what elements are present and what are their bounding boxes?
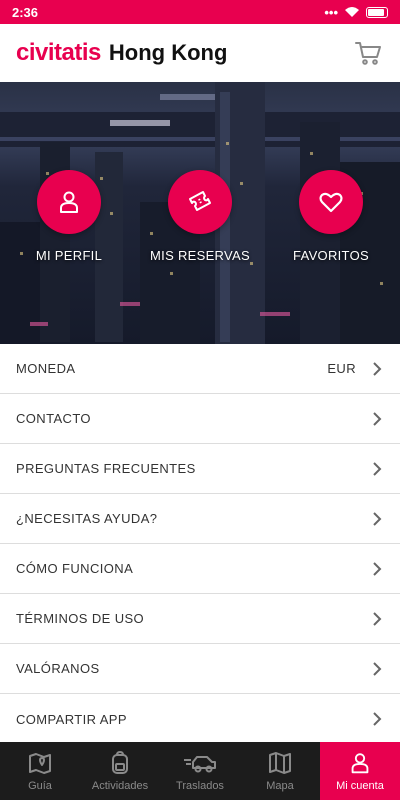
menu-item-label: CÓMO FUNCIONA [16, 561, 134, 576]
menu-item-rate[interactable]: VALÓRANOS [0, 644, 400, 694]
menu-item-label: VALÓRANOS [16, 661, 100, 676]
status-bar: 2:36 ••• [0, 0, 400, 24]
cart-button[interactable] [352, 37, 384, 69]
menu-item-terms[interactable]: TÉRMINOS DE USO [0, 594, 400, 644]
page-title: Hong Kong [108, 40, 228, 65]
menu-item-label: CONTACTO [16, 411, 91, 426]
favorites-label: FAVORITOS [293, 248, 369, 263]
menu-item-label: PREGUNTAS FRECUENTES [16, 461, 196, 476]
menu-item-contact[interactable]: CONTACTO [0, 394, 400, 444]
bottom-nav: Guía Actividades Traslados Mapa Mi cuent… [0, 742, 400, 800]
profile-label: MI PERFIL [35, 248, 103, 263]
nav-label: Actividades [91, 780, 149, 792]
brand-logo: civitatis [16, 39, 101, 66]
cart-icon [355, 42, 381, 65]
backpack-icon [112, 751, 128, 774]
chevron-right-icon [370, 409, 384, 429]
reservations-circle [168, 170, 232, 234]
menu-item-share[interactable]: COMPARTIR APP [0, 694, 400, 744]
status-time: 2:36 [12, 4, 39, 20]
favorites-circle [299, 170, 363, 234]
favorites-button[interactable]: FAVORITOS [271, 170, 391, 263]
nav-label: Mi cuenta [336, 780, 384, 792]
nav-label: Mapa [266, 780, 294, 792]
app-header: civitatis Hong Kong [0, 24, 400, 82]
reservations-button[interactable]: MIS RESERVAS [140, 170, 260, 263]
chevron-right-icon [370, 559, 384, 579]
person-icon [351, 753, 369, 774]
account-menu: MONEDA EUR CONTACTO PREGUNTAS FRECUENTES… [0, 344, 400, 744]
menu-item-currency[interactable]: MONEDA EUR [0, 344, 400, 394]
nav-item-mi-cuenta[interactable]: Mi cuenta [320, 742, 400, 800]
chevron-right-icon [370, 659, 384, 679]
hero-banner: MI PERFIL MIS RESERVAS FAVORITOS [0, 82, 400, 344]
profile-circle [37, 170, 101, 234]
nav-item-actividades[interactable]: Actividades [80, 742, 160, 800]
currency-value: EUR [327, 361, 356, 376]
battery-icon [366, 6, 388, 18]
status-icons: ••• [324, 5, 388, 20]
chevron-right-icon [370, 709, 384, 729]
menu-item-label: TÉRMINOS DE USO [16, 611, 145, 626]
nav-label: Traslados [176, 780, 224, 792]
nav-item-mapa[interactable]: Mapa [240, 742, 320, 800]
nav-item-traslados[interactable]: Traslados [160, 742, 240, 800]
heart-icon [319, 192, 343, 213]
menu-item-faq[interactable]: PREGUNTAS FRECUENTES [0, 444, 400, 494]
chevron-right-icon [370, 509, 384, 529]
menu-item-help[interactable]: ¿NECESITAS AYUDA? [0, 494, 400, 544]
ticket-icon [189, 191, 211, 211]
map-icon [269, 752, 291, 774]
nav-item-guia[interactable]: Guía [0, 742, 80, 800]
nav-label: Guía [28, 780, 52, 792]
dots-icon: ••• [324, 4, 338, 20]
chevron-right-icon [370, 359, 384, 379]
chevron-right-icon [370, 459, 384, 479]
menu-item-how-it-works[interactable]: CÓMO FUNCIONA [0, 544, 400, 594]
menu-item-label: ¿NECESITAS AYUDA? [16, 511, 158, 526]
person-icon [60, 191, 78, 213]
reservations-label: MIS RESERVAS [150, 248, 250, 263]
wifi-icon [345, 7, 359, 17]
chevron-right-icon [370, 609, 384, 629]
car-icon [184, 756, 216, 773]
profile-button[interactable]: MI PERFIL [9, 170, 129, 263]
menu-item-label: COMPARTIR APP [16, 711, 127, 727]
menu-item-label: MONEDA [16, 361, 76, 376]
map-book-icon [29, 753, 51, 774]
